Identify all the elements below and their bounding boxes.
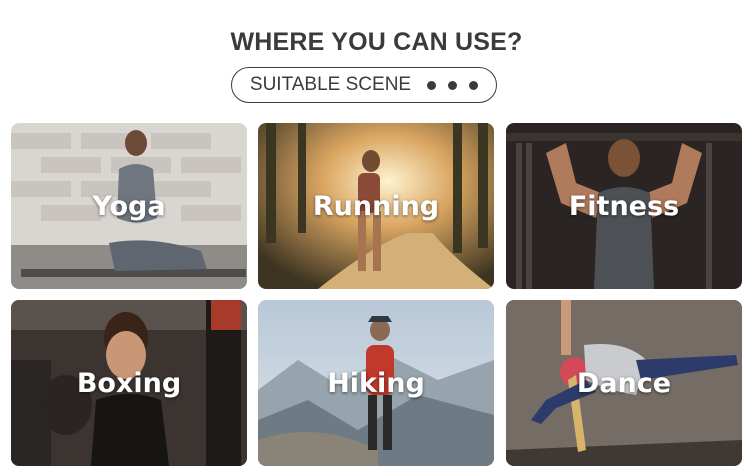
badge-label: SUITABLE SCENE [249, 74, 412, 95]
scene-label: Yoga [92, 190, 166, 222]
dot-icon [427, 80, 437, 90]
scene-label: Fitness [568, 190, 680, 222]
scene-card-fitness[interactable]: Fitness [506, 123, 742, 289]
scene-card-dance[interactable]: Dance [506, 300, 742, 466]
dots-decoration [427, 80, 479, 90]
dot-icon [469, 80, 479, 90]
page-title: WHERE YOU CAN USE? [230, 28, 523, 56]
scene-card-running[interactable]: Running [258, 123, 494, 289]
scene-label: Running [312, 190, 440, 222]
dot-icon [448, 80, 458, 90]
scene-card-hiking[interactable]: Hiking [258, 300, 494, 466]
scene-card-yoga[interactable]: Yoga [11, 123, 247, 289]
scene-card-boxing[interactable]: Boxing [11, 300, 247, 466]
suitable-scene-badge: SUITABLE SCENE [231, 67, 497, 103]
scene-label: Dance [576, 367, 672, 399]
scene-label: Hiking [327, 367, 425, 399]
scene-label: Boxing [76, 367, 182, 399]
